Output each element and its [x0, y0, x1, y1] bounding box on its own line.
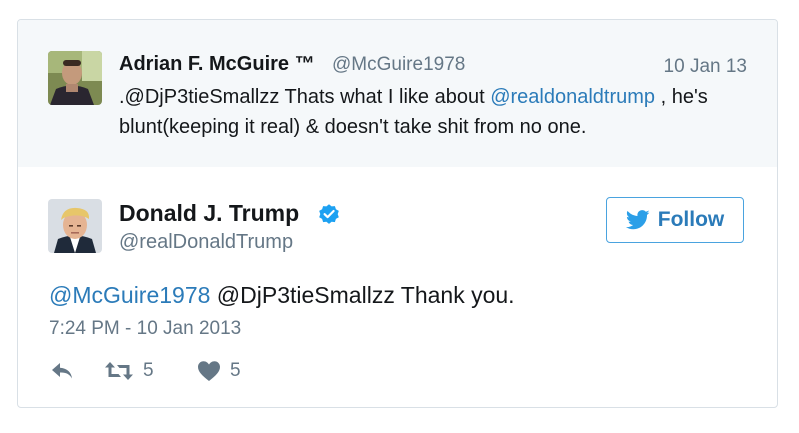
tweet-text: @McGuire1978 @DjP3tieSmallzz Thank you.	[49, 282, 515, 309]
parent-author-handle[interactable]: @McGuire1978	[332, 54, 465, 76]
author-avatar[interactable]	[48, 199, 102, 253]
parent-text-part1: .@DjP3tieSmallzz Thats what I like about	[119, 86, 491, 108]
retweet-count: 5	[143, 360, 154, 381]
follow-button[interactable]: Follow	[606, 197, 744, 243]
parent-tweet-text: .@DjP3tieSmallzz Thats what I like about…	[119, 82, 759, 142]
parent-author-avatar[interactable]	[48, 51, 102, 105]
parent-author-name[interactable]: Adrian F. McGuire ™	[119, 53, 315, 76]
retweet-icon	[105, 362, 133, 380]
mention-link-realdonaldtrump[interactable]: @realdonaldtrump	[490, 86, 655, 108]
mention-link-mcguire1978[interactable]: @McGuire1978	[49, 282, 210, 308]
parent-tweet-date[interactable]: 10 Jan 13	[664, 56, 747, 78]
embedded-tweet-card: Adrian F. McGuire ™ @McGuire1978 10 Jan …	[17, 19, 778, 408]
tweet-timestamp[interactable]: 7:24 PM - 10 Jan 2013	[49, 318, 241, 340]
reply-action[interactable]	[49, 360, 75, 382]
verified-badge-icon	[317, 202, 341, 226]
author-name[interactable]: Donald J. Trump	[119, 200, 299, 227]
author-handle[interactable]: @realDonaldTrump	[119, 231, 293, 254]
heart-icon	[198, 361, 220, 381]
like-action[interactable]: 5	[197, 360, 241, 382]
retweet-action[interactable]: 5	[104, 360, 154, 382]
twitter-bird-icon	[625, 210, 650, 230]
follow-button-label: Follow	[657, 208, 725, 231]
reply-icon	[52, 363, 72, 379]
like-count: 5	[230, 360, 241, 381]
parent-tweet[interactable]: Adrian F. McGuire ™ @McGuire1978 10 Jan …	[18, 20, 777, 167]
tweet-text-rest: @DjP3tieSmallzz Thank you.	[210, 282, 515, 308]
